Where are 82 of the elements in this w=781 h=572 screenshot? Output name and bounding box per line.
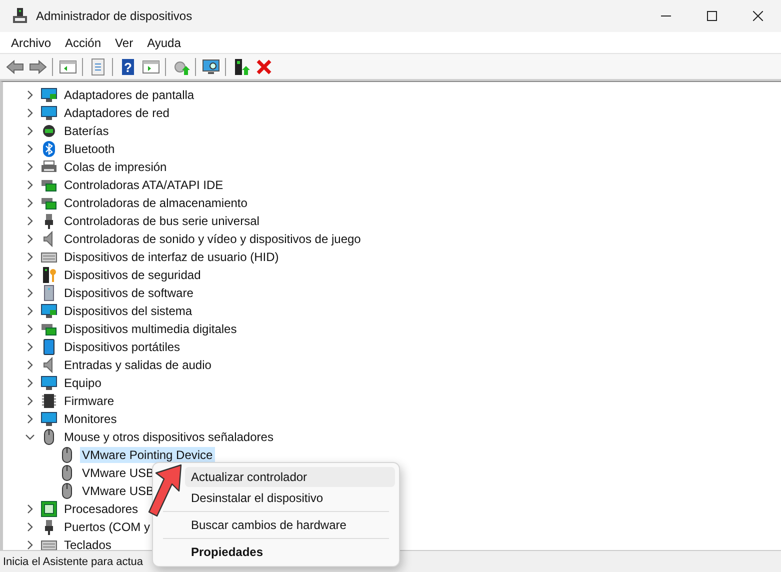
expander-icon[interactable] (25, 162, 35, 172)
tree-item[interactable]: Procesadores (62, 501, 140, 517)
tree-item[interactable]: Teclados (62, 537, 114, 550)
mouse-icon (59, 483, 75, 499)
expander-icon[interactable] (25, 234, 35, 244)
circuit-card-icon (41, 177, 57, 193)
tree-item[interactable]: Adaptadores de red (62, 105, 172, 121)
tree-item[interactable]: Dispositivos de seguridad (62, 267, 203, 283)
tree-item[interactable]: Monitores (62, 411, 119, 427)
tree-item[interactable]: Baterías (62, 123, 111, 139)
tree-item[interactable]: Dispositivos de software (62, 285, 196, 301)
help-glyph: ? (124, 60, 132, 74)
expander-icon[interactable] (25, 108, 35, 118)
mouse-icon (59, 465, 75, 481)
tree-item[interactable]: Controladoras de sonido y vídeo y dispositivos de juego (62, 231, 363, 247)
maximize-icon[interactable] (707, 11, 717, 21)
processor-icon (41, 501, 57, 517)
expander-icon[interactable] (25, 198, 35, 208)
chip-icon (41, 393, 57, 409)
monitor-icon (41, 303, 57, 319)
menu-item[interactable]: Ayuda (140, 34, 188, 52)
expander-icon[interactable] (25, 252, 35, 262)
menu-option[interactable]: Actualizar controlador (185, 467, 395, 487)
expander-icon[interactable] (25, 396, 35, 406)
expander-icon[interactable] (25, 216, 35, 226)
tree-item[interactable]: Dispositivos del sistema (62, 303, 194, 319)
expander-icon[interactable] (25, 414, 35, 424)
printer-icon (41, 159, 57, 175)
app-icon (12, 8, 28, 24)
expander-icon[interactable] (25, 504, 35, 514)
close-icon[interactable] (753, 11, 763, 21)
circuit-card-icon (41, 321, 57, 337)
menu-item[interactable]: Acción (58, 34, 108, 52)
menu-item[interactable]: Ver (108, 34, 140, 52)
expander-icon[interactable] (25, 90, 35, 100)
expander-icon[interactable] (25, 144, 35, 154)
tree-item[interactable]: Dispositivos multimedia digitales (62, 321, 239, 337)
tree-item[interactable]: Controladoras de almacenamiento (62, 195, 250, 211)
expander-icon[interactable] (25, 522, 35, 532)
circuit-card-icon (41, 195, 57, 211)
menu-option[interactable]: Desinstalar el dispositivo (185, 488, 395, 508)
tree-item[interactable]: VMware Pointing Device (80, 447, 215, 463)
menu-option[interactable]: Propiedades (185, 542, 395, 562)
help-button[interactable]: ? (116, 56, 139, 78)
expander-icon[interactable] (25, 324, 35, 334)
tree-item[interactable]: Equipo (62, 375, 104, 391)
tree-item[interactable]: Adaptadores de pantalla (62, 87, 196, 103)
expander-icon[interactable] (25, 342, 35, 352)
mouse-icon (41, 429, 57, 445)
tower-icon (41, 285, 57, 301)
status-text: Inicia el Asistente para actua (3, 556, 144, 568)
battery-icon (41, 123, 57, 139)
tree-item[interactable]: Colas de impresión (62, 159, 169, 175)
tree-item[interactable]: Firmware (62, 393, 116, 409)
bluetooth-icon (41, 141, 57, 157)
tree-item[interactable]: Puertos (COM y (62, 519, 152, 535)
expander-icon[interactable] (25, 360, 35, 370)
monitor-icon (41, 87, 57, 103)
expander-icon[interactable] (25, 306, 35, 316)
expander-icon[interactable] (25, 126, 35, 136)
menu-item[interactable]: Archivo (4, 34, 58, 52)
mouse-icon (59, 447, 75, 463)
tree-item[interactable]: Mouse y otros dispositivos señaladores (62, 429, 276, 445)
expander-icon[interactable] (25, 288, 35, 298)
expander-icon[interactable] (25, 378, 35, 388)
tree-item[interactable]: Entradas y salidas de audio (62, 357, 214, 373)
tree-item[interactable]: Bluetooth (62, 141, 117, 157)
expander-icon[interactable] (25, 180, 35, 190)
key-icon (41, 267, 57, 283)
expander-icon[interactable] (25, 540, 35, 550)
expander-icon[interactable] (25, 432, 35, 442)
expander-icon[interactable] (25, 270, 35, 280)
tree-item[interactable]: Dispositivos de interfaz de usuario (HID) (62, 249, 281, 265)
phone-icon (41, 339, 57, 355)
window-title: Administrador de dispositivos (36, 9, 192, 23)
tree-item[interactable]: Controladoras ATA/ATAPI IDE (62, 177, 226, 193)
monitor-icon (41, 375, 57, 391)
menu-option[interactable]: Buscar cambios de hardware (185, 515, 395, 535)
tree-item[interactable]: Dispositivos portátiles (62, 339, 182, 355)
monitor-icon (41, 105, 57, 121)
tree-item[interactable]: Controladoras de bus serie universal (62, 213, 262, 229)
monitor-icon (41, 411, 57, 427)
